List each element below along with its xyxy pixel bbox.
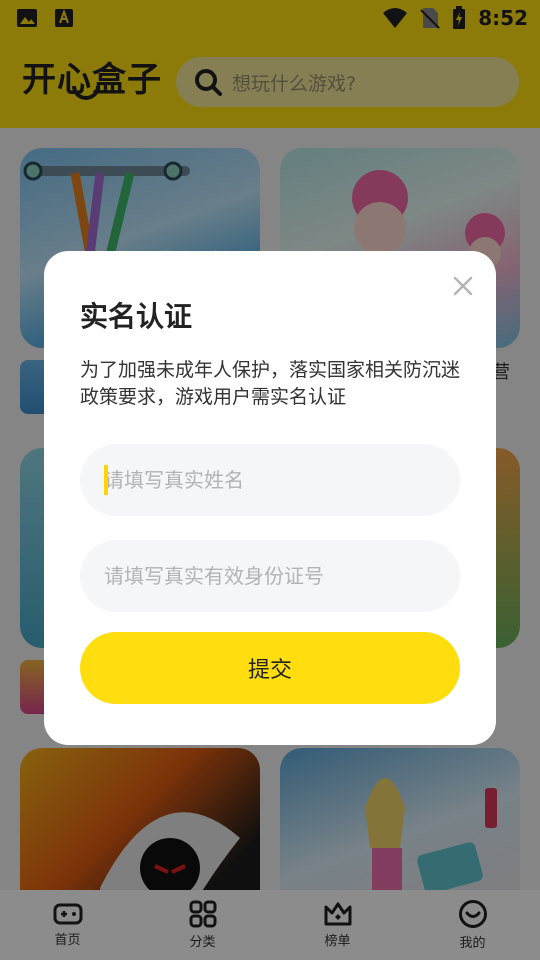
close-button[interactable] [448, 271, 478, 301]
verification-dialog: 实名认证 为了加强未成年人保护，落实国家相关防沉迷政策要求，游戏用户需实名认证 … [44, 251, 496, 745]
id-number-input[interactable] [80, 540, 460, 612]
close-icon [453, 276, 473, 296]
real-name-input[interactable] [80, 444, 460, 516]
text-cursor [104, 465, 108, 495]
submit-button[interactable]: 提交 [80, 632, 460, 704]
dialog-title: 实名认证 [80, 300, 193, 333]
dialog-description: 为了加强未成年人保护，落实国家相关防沉迷政策要求，游戏用户需实名认证 [80, 359, 461, 408]
